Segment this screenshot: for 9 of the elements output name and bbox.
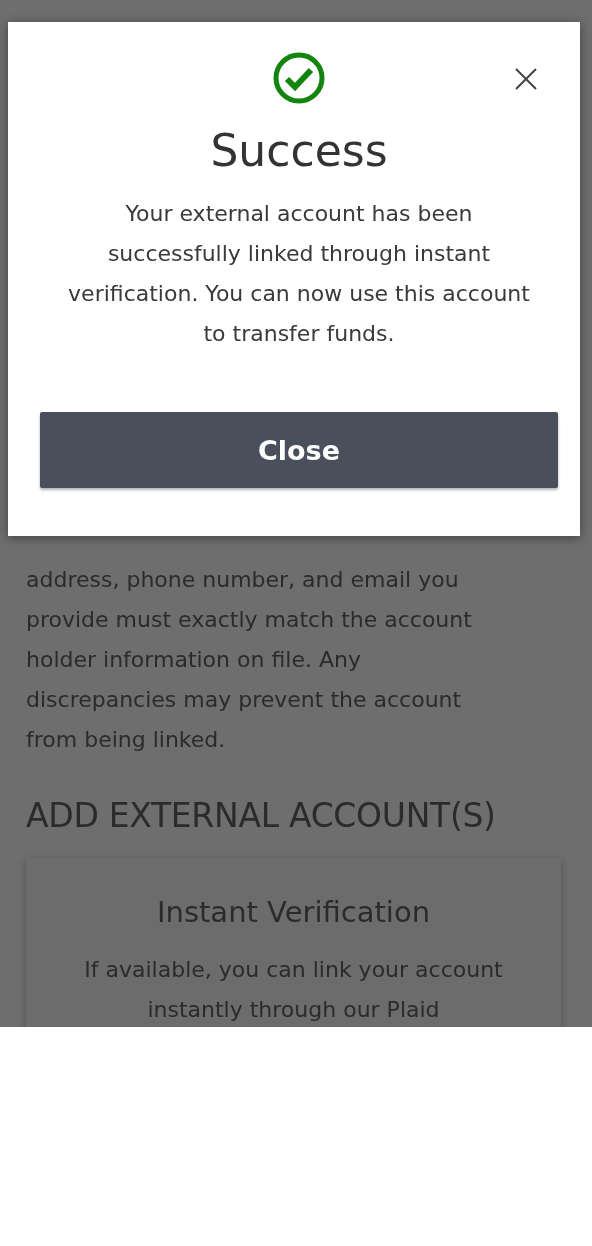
notice-text: address, phone number, and email you provide must exactly match the account holder information on file. Any discrepancies may prevent the account from being linked. — [26, 566, 473, 754]
card-title: Instant Verification — [155, 894, 432, 931]
dialog-message: Your external account has been successfully linked through instant verification. You can now use this account to transfer funds. — [67, 200, 531, 348]
close-icon[interactable] — [514, 67, 538, 91]
check-circle-icon — [273, 52, 325, 104]
close-button[interactable]: Close — [40, 412, 558, 488]
section-heading: ADD EXTERNAL ACCOUNT(S) — [26, 795, 497, 837]
card-text: If available, you can link your account instantly through our Plaid — [83, 956, 504, 1024]
dialog-title: Success — [209, 124, 389, 178]
